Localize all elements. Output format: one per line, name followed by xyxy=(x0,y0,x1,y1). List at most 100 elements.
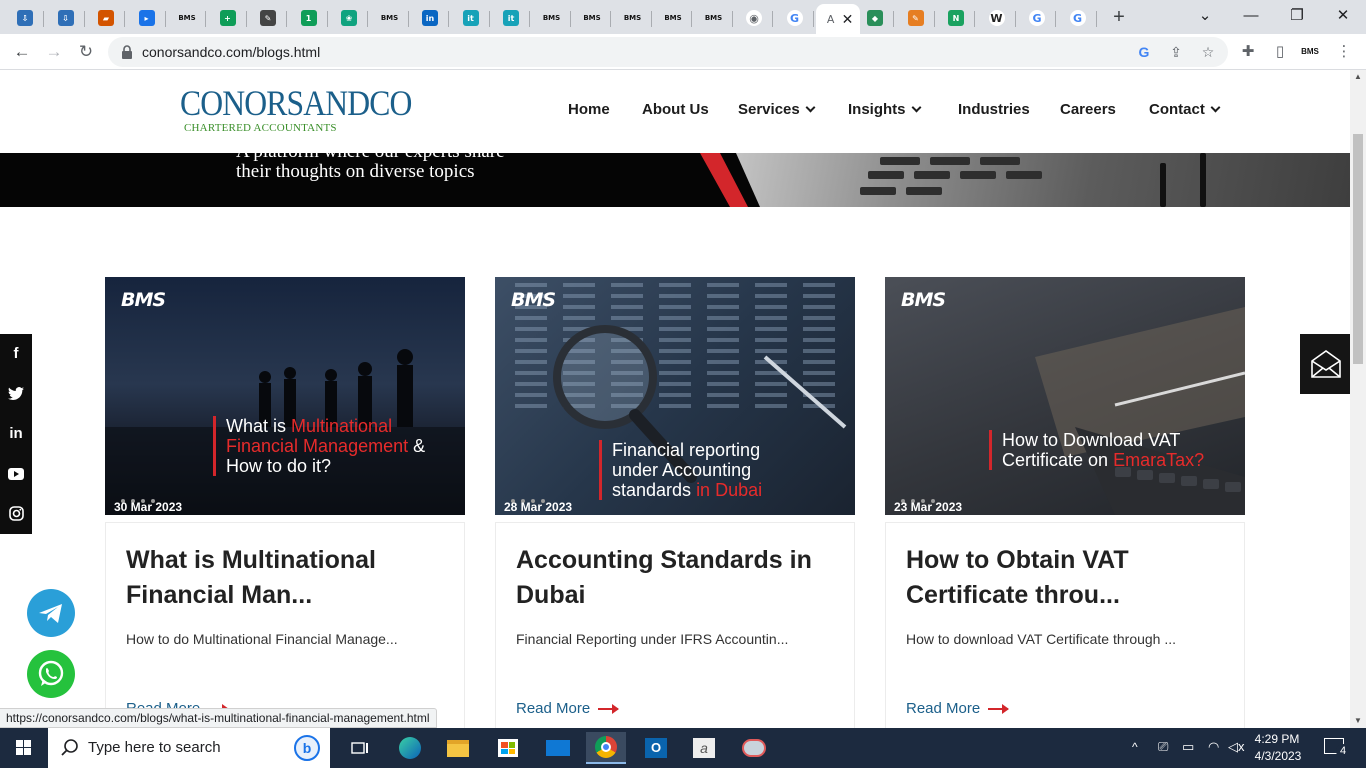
email-contact-button[interactable] xyxy=(1300,334,1350,394)
scroll-down-arrow[interactable]: ▼ xyxy=(1350,714,1366,728)
reload-button[interactable]: ↻ xyxy=(74,40,98,64)
browser-tab[interactable]: G xyxy=(776,4,814,32)
browser-tab[interactable]: ◉ xyxy=(735,4,773,32)
nav-careers[interactable]: Careers xyxy=(1060,101,1116,118)
blog-card-image[interactable]: BMS How to Download VAT Certificate on E… xyxy=(885,277,1245,515)
task-view-button[interactable] xyxy=(340,732,380,764)
close-tab-icon[interactable]: ✕ xyxy=(842,11,854,28)
close-window-button[interactable]: ✕ xyxy=(1320,0,1366,34)
side-panel-icon[interactable]: ▯ xyxy=(1270,42,1290,62)
restore-button[interactable]: ❐ xyxy=(1274,0,1320,34)
nav-insights[interactable]: Insights xyxy=(848,101,921,118)
mail-app[interactable] xyxy=(538,732,578,764)
read-more-link[interactable]: Read More xyxy=(906,700,1010,717)
mail-icon xyxy=(546,740,570,756)
browser-tab[interactable]: G xyxy=(1059,4,1097,32)
nav-contact[interactable]: Contact xyxy=(1149,101,1221,118)
card-title[interactable]: What is Multinational Financial Man... xyxy=(126,543,446,613)
signature-app[interactable]: a xyxy=(684,732,724,764)
nav-industries[interactable]: Industries xyxy=(958,101,1030,118)
chrome-menu-icon[interactable]: ⋮ xyxy=(1334,42,1354,62)
browser-tab[interactable]: ⇩ xyxy=(47,4,85,32)
store-app[interactable] xyxy=(488,732,528,764)
page-scrollbar[interactable]: ▲ ▼ xyxy=(1350,70,1366,728)
card-title[interactable]: Accounting Standards in Dubai xyxy=(516,543,836,613)
bookmark-star-icon[interactable]: ☆ xyxy=(1198,42,1218,62)
start-button[interactable] xyxy=(0,728,48,768)
browser-tab[interactable]: N xyxy=(937,4,975,32)
nav-services[interactable]: Services xyxy=(738,101,816,118)
wifi-icon[interactable]: ◠ xyxy=(1208,739,1219,755)
browser-tab[interactable]: G xyxy=(1018,4,1056,32)
blog-card[interactable]: BMS Financial reporting under Accounting… xyxy=(495,277,855,728)
browser-tab[interactable]: BMS xyxy=(371,4,409,32)
scroll-up-arrow[interactable]: ▲ xyxy=(1350,70,1366,84)
clock-time[interactable]: 4:29 PM xyxy=(1254,732,1300,746)
chrome-app[interactable] xyxy=(586,732,626,764)
whatsapp-button[interactable] xyxy=(27,650,75,698)
new-tab-button[interactable]: + xyxy=(1108,6,1130,28)
instagram-icon[interactable] xyxy=(0,494,32,534)
meet-now-icon[interactable]: ⎚ xyxy=(1158,739,1168,755)
browser-tab[interactable]: BMS xyxy=(614,4,652,32)
active-tab[interactable]: A ✕ xyxy=(816,4,860,34)
browser-tab[interactable]: BMS xyxy=(533,4,571,32)
facebook-icon[interactable]: f xyxy=(0,334,32,374)
share-icon[interactable]: ⇪ xyxy=(1166,42,1186,62)
address-bar[interactable]: conorsandco.com/blogs.html G ⇪ ☆ xyxy=(108,37,1228,67)
minimize-button[interactable]: — xyxy=(1228,0,1274,34)
forward-button[interactable]: → xyxy=(42,40,66,64)
browser-tab[interactable]: ❀ xyxy=(330,4,368,32)
browser-tab[interactable]: ▰ xyxy=(87,4,125,32)
browser-tab[interactable]: it xyxy=(492,4,530,32)
bing-icon[interactable]: b xyxy=(294,735,320,761)
battery-icon[interactable]: ▭ xyxy=(1182,739,1194,755)
youtube-icon[interactable] xyxy=(0,454,32,494)
browser-tab[interactable]: + xyxy=(209,4,247,32)
taskbar-search[interactable]: Type here to search b xyxy=(48,728,330,768)
read-more-link[interactable]: Read More xyxy=(516,700,620,717)
browser-tab[interactable]: ◆ xyxy=(856,4,894,32)
blog-card[interactable]: BMS What is Multinational Financial Mana… xyxy=(105,277,465,728)
tab-search-icon[interactable]: ⌄ xyxy=(1182,0,1228,34)
browser-tab[interactable]: BMS xyxy=(573,4,611,32)
nav-about-us[interactable]: About Us xyxy=(642,101,709,118)
show-hidden-icons[interactable]: ^ xyxy=(1132,740,1138,754)
volume-icon[interactable]: ◁x xyxy=(1228,739,1245,755)
browser-tab[interactable]: ▸ xyxy=(128,4,166,32)
browser-tab[interactable]: ✎ xyxy=(249,4,287,32)
file-explorer-app[interactable] xyxy=(438,732,478,764)
twitter-icon[interactable] xyxy=(0,374,32,414)
google-translate-icon[interactable]: G xyxy=(1134,42,1154,62)
back-button[interactable]: ← xyxy=(10,40,34,64)
clock-date[interactable]: 4/3/2023 xyxy=(1252,749,1304,763)
browser-tab[interactable]: BMS xyxy=(695,4,733,32)
outlook-app[interactable]: O xyxy=(636,732,676,764)
edge-app[interactable] xyxy=(390,732,430,764)
profile-bms-icon[interactable]: BMS xyxy=(1300,42,1320,62)
telegram-button[interactable] xyxy=(27,589,75,637)
browser-tab[interactable]: 1 xyxy=(290,4,328,32)
snipping-app[interactable] xyxy=(734,732,774,764)
linkedin-icon[interactable]: in xyxy=(0,414,32,454)
scroll-thumb[interactable] xyxy=(1353,134,1363,364)
browser-tab[interactable]: ✎ xyxy=(897,4,935,32)
browser-tab[interactable]: BMS xyxy=(168,4,206,32)
site-logo[interactable]: CONORSANDCO CHARTERED ACCOUNTANTS xyxy=(180,84,443,134)
browser-tab[interactable]: ⇩ xyxy=(6,4,44,32)
url-text[interactable]: conorsandco.com/blogs.html xyxy=(142,44,320,60)
nav-home[interactable]: Home xyxy=(568,101,610,118)
browser-tab[interactable]: W xyxy=(978,4,1016,32)
blog-card-image[interactable]: BMS Financial reporting under Accounting… xyxy=(495,277,855,515)
browser-tab[interactable]: it xyxy=(452,4,490,32)
browser-tab[interactable]: in xyxy=(411,4,449,32)
blog-card[interactable]: BMS How to Download VAT Certificate on E… xyxy=(885,277,1245,728)
tab-separator xyxy=(812,11,814,27)
notifications-button[interactable]: 4 xyxy=(1324,738,1350,758)
extensions-icon[interactable]: ✚ xyxy=(1238,42,1258,62)
browser-tab[interactable]: BMS xyxy=(654,4,692,32)
arrow-right-icon xyxy=(598,703,620,714)
card-title[interactable]: How to Obtain VAT Certificate throu... xyxy=(906,543,1226,613)
lock-icon[interactable] xyxy=(120,44,134,60)
blog-card-image[interactable]: BMS What is Multinational Financial Mana… xyxy=(105,277,465,515)
